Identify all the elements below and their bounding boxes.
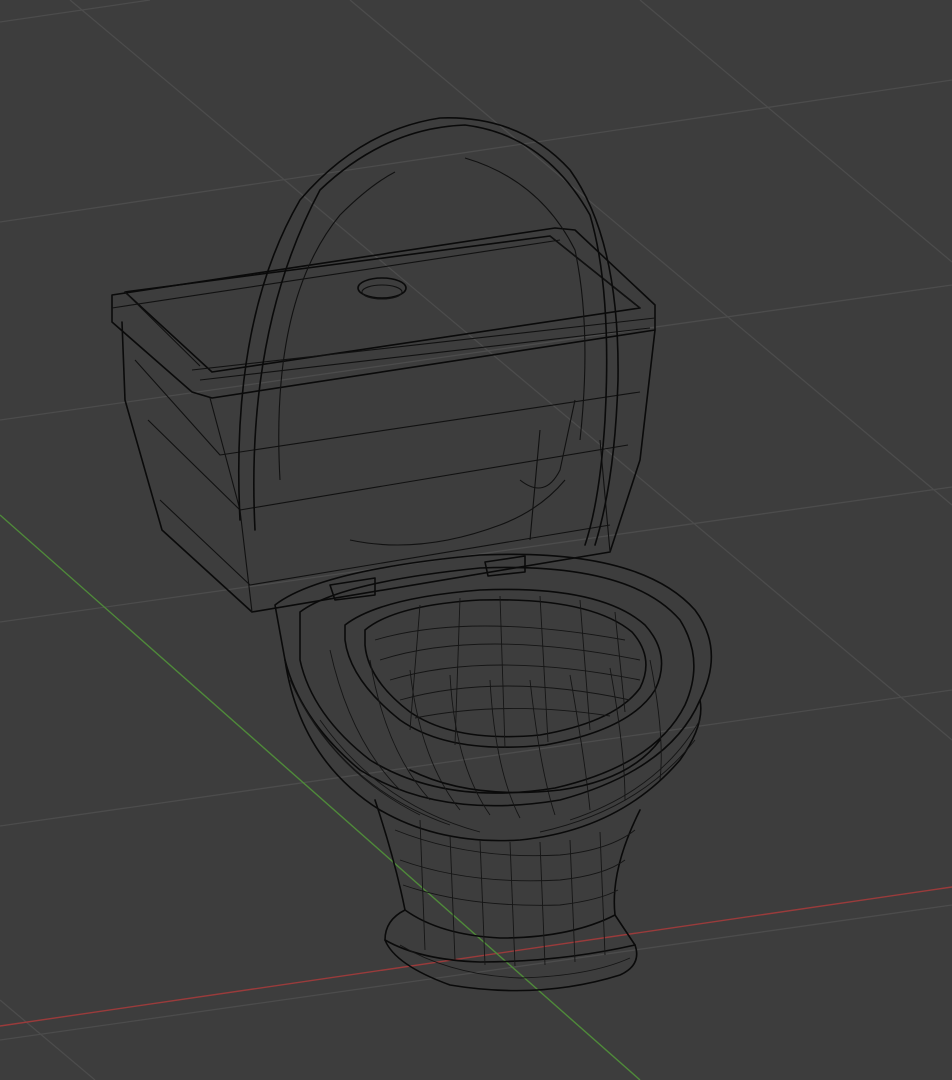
grid-line (0, 79, 952, 223)
bowl-rim (274, 553, 713, 807)
toilet-base (374, 799, 641, 992)
tank-lid (111, 227, 656, 399)
3d-viewport[interactable] (0, 0, 952, 1080)
x-axis-line (0, 886, 952, 1027)
toilet-wireframe[interactable] (111, 117, 713, 992)
grid-line (0, 0, 151, 23)
viewport-canvas[interactable] (0, 0, 952, 1080)
grid-line (0, 904, 952, 1041)
grid-line (0, 999, 96, 1080)
grid-line (0, 486, 952, 623)
grid-line (349, 0, 952, 506)
seat-lid (237, 117, 619, 546)
grid-line (69, 0, 952, 741)
grid-line (0, 284, 952, 421)
grid-line (639, 0, 952, 263)
